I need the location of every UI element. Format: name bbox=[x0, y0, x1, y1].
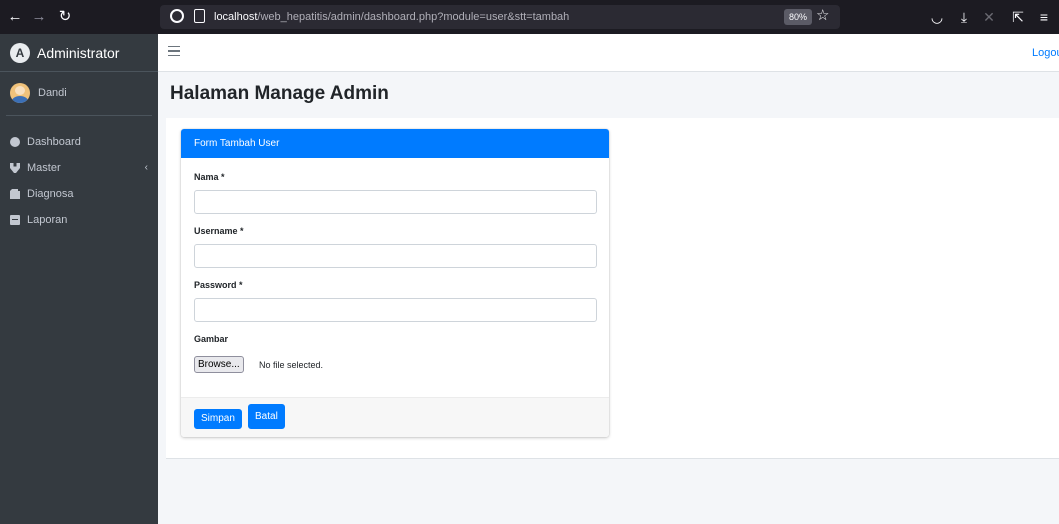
content-header: Halaman Manage Admin bbox=[158, 72, 1059, 118]
url-host: localhost bbox=[214, 11, 258, 23]
logout-link[interactable]: Logou bbox=[1032, 46, 1059, 60]
user-name: Dandi bbox=[38, 87, 67, 99]
close-icon[interactable]: ✕ bbox=[980, 8, 998, 26]
clipboard-icon bbox=[10, 189, 20, 199]
file-status: No file selected. bbox=[259, 360, 324, 370]
shield-icon[interactable] bbox=[170, 9, 184, 23]
brand-logo-icon: A bbox=[10, 43, 30, 63]
nama-label: Nama * bbox=[194, 172, 225, 182]
username-label: Username * bbox=[194, 226, 244, 236]
page-icon[interactable] bbox=[194, 9, 205, 23]
url-path: /web_hepatitis/admin/dashboard.php?modul… bbox=[257, 11, 570, 23]
sidebar-item-label: Diagnosa bbox=[27, 188, 74, 200]
address-bar[interactable]: localhost/web_hepatitis/admin/dashboard.… bbox=[160, 5, 840, 29]
sidebar-item-diagnosa[interactable]: Diagnosa bbox=[0, 181, 158, 207]
zoom-level-badge[interactable]: 80% bbox=[784, 9, 813, 25]
sidebar-item-dashboard[interactable]: Dashboard bbox=[0, 129, 158, 155]
browser-toolbar: ← → ↻ localhost/web_hepatitis/admin/dash… bbox=[0, 0, 1059, 34]
password-field[interactable] bbox=[194, 298, 597, 322]
bookmark-star-icon[interactable]: ☆ bbox=[816, 7, 829, 25]
sidebar-item-master[interactable]: Master ‹ bbox=[0, 155, 158, 181]
extensions-icon[interactable]: ⇱ bbox=[1009, 8, 1027, 26]
brand-link[interactable]: A Administrator bbox=[0, 34, 158, 72]
cancel-button[interactable]: Batal bbox=[248, 404, 285, 429]
pocket-icon[interactable]: ◡ bbox=[928, 8, 946, 26]
forward-arrow-icon[interactable]: → bbox=[30, 8, 48, 26]
sidebar: A Administrator Dandi Dashboard Master ‹… bbox=[0, 34, 158, 524]
username-field[interactable] bbox=[194, 244, 597, 268]
page-title: Halaman Manage Admin bbox=[170, 83, 389, 104]
card-title: Form Tambah User bbox=[194, 138, 280, 149]
report-icon bbox=[10, 215, 20, 225]
sidebar-menu: Dashboard Master ‹ Diagnosa Laporan bbox=[0, 129, 158, 233]
hamburger-menu-icon[interactable] bbox=[168, 46, 180, 56]
plug-icon bbox=[10, 163, 20, 173]
dashboard-icon bbox=[10, 137, 20, 147]
reload-icon[interactable]: ↻ bbox=[56, 8, 74, 26]
gambar-label: Gambar bbox=[194, 334, 229, 344]
brand-text: Administrator bbox=[37, 45, 120, 61]
menu-icon[interactable]: ≡ bbox=[1035, 8, 1053, 26]
sidebar-item-label: Master bbox=[27, 162, 61, 174]
user-panel[interactable]: Dandi bbox=[6, 72, 152, 116]
nama-field[interactable] bbox=[194, 190, 597, 214]
chevron-left-icon: ‹ bbox=[144, 162, 148, 173]
top-navbar: Logou bbox=[158, 34, 1059, 72]
sidebar-item-label: Dashboard bbox=[27, 136, 81, 148]
save-button[interactable]: Simpan bbox=[194, 409, 242, 429]
browse-button[interactable]: Browse... bbox=[194, 356, 244, 373]
avatar bbox=[10, 83, 30, 103]
card-footer: Simpan Batal bbox=[181, 397, 609, 437]
card-header: Form Tambah User bbox=[181, 129, 609, 158]
back-arrow-icon[interactable]: ← bbox=[6, 8, 24, 26]
download-icon[interactable]: ⤓ bbox=[955, 8, 973, 26]
url-text[interactable]: localhost/web_hepatitis/admin/dashboard.… bbox=[214, 10, 569, 24]
form-card: Form Tambah User Nama * Username * Passw… bbox=[181, 129, 609, 437]
password-label: Password * bbox=[194, 280, 243, 290]
sidebar-item-label: Laporan bbox=[27, 214, 68, 226]
sidebar-item-laporan[interactable]: Laporan bbox=[0, 207, 158, 233]
